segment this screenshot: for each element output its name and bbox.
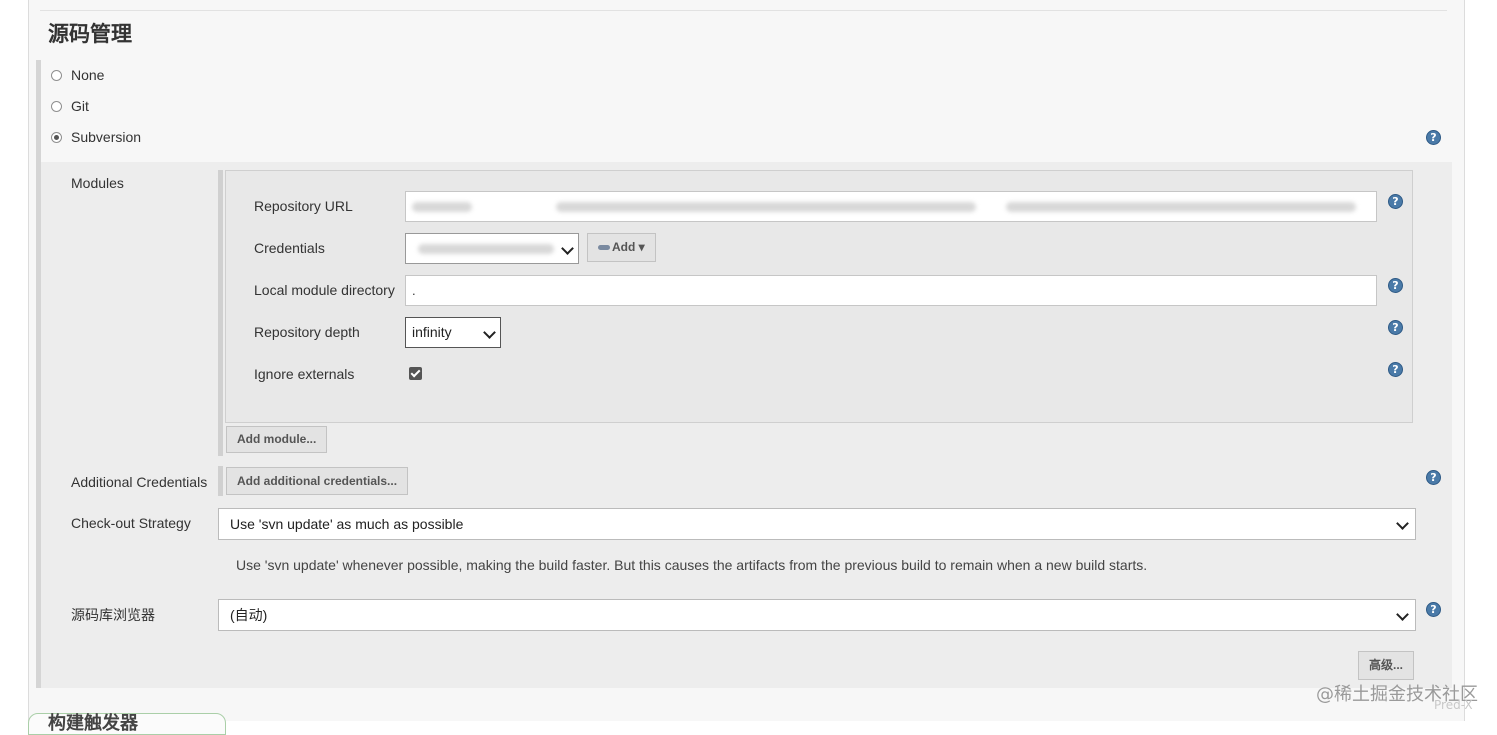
credentials-label: Credentials: [254, 240, 325, 256]
divider: [40, 10, 1447, 11]
radio-none-label: None: [71, 67, 105, 83]
advanced-button[interactable]: 高级...: [1358, 651, 1415, 680]
redacted-blur: [556, 202, 976, 212]
radio-subversion-circle[interactable]: [51, 131, 62, 143]
redacted-blur: [412, 202, 472, 212]
ignore-externals-label: Ignore externals: [254, 366, 355, 382]
watermark-author: Pred-X: [1434, 698, 1473, 712]
help-icon-repository-url[interactable]: ?: [1388, 194, 1403, 209]
repo-browser-label: 源码库浏览器: [71, 607, 155, 623]
local-module-directory-label: Local module directory: [254, 282, 395, 298]
chevron-down-icon: [1396, 517, 1409, 530]
repository-depth-select[interactable]: infinity: [405, 317, 501, 348]
section-title: 源码管理: [48, 22, 132, 46]
ignore-externals-checkbox[interactable]: [409, 367, 422, 380]
redacted-blur: [1006, 202, 1356, 212]
radio-none-circle[interactable]: [51, 69, 62, 81]
additional-credentials-label: Additional Credentials: [71, 474, 208, 490]
checkout-strategy-value: Use 'svn update' as much as possible: [230, 516, 464, 532]
credentials-select[interactable]: [405, 233, 579, 264]
repository-depth-label: Repository depth: [254, 324, 360, 340]
dropdown-caret-icon: ▾: [635, 240, 645, 254]
chevron-down-icon: [483, 326, 496, 339]
radio-git-circle[interactable]: [51, 100, 62, 112]
radio-git-label: Git: [71, 98, 89, 114]
chevron-down-icon: [561, 242, 574, 255]
add-credentials-button[interactable]: Add ▾: [587, 233, 656, 262]
help-icon-local-module-directory[interactable]: ?: [1388, 278, 1403, 293]
radio-subversion[interactable]: Subversion: [51, 127, 141, 147]
redacted-blur: [418, 244, 554, 254]
chevron-down-icon: [1396, 608, 1409, 621]
radio-git[interactable]: Git: [51, 96, 89, 116]
help-icon-repo-browser[interactable]: ?: [1426, 602, 1441, 617]
repo-browser-value: (自动): [230, 607, 268, 623]
checkout-strategy-description: Use 'svn update' whenever possible, maki…: [236, 557, 1148, 573]
repository-depth-value: infinity: [412, 324, 452, 340]
help-icon-subversion[interactable]: ?: [1426, 130, 1441, 145]
help-icon-ignore-externals[interactable]: ?: [1388, 362, 1403, 377]
radio-none[interactable]: None: [51, 65, 104, 85]
checkout-strategy-label: Check-out Strategy: [71, 515, 191, 531]
radio-subversion-label: Subversion: [71, 129, 142, 145]
additional-credentials-bar: [218, 466, 223, 496]
modules-bar: [218, 170, 223, 456]
next-section-title: 构建触发器: [48, 713, 138, 733]
add-module-button[interactable]: Add module...: [226, 426, 328, 453]
help-icon-additional-credentials[interactable]: ?: [1426, 470, 1441, 485]
modules-label: Modules: [71, 175, 124, 191]
checkout-strategy-select[interactable]: Use 'svn update' as much as possible: [218, 508, 1416, 540]
repository-url-input[interactable]: [405, 191, 1377, 222]
repo-browser-select[interactable]: (自动): [218, 599, 1416, 631]
local-module-directory-input[interactable]: .: [405, 275, 1377, 306]
repository-url-label: Repository URL: [254, 198, 353, 214]
help-icon-repository-depth[interactable]: ?: [1388, 320, 1403, 335]
add-additional-credentials-button[interactable]: Add additional credentials...: [226, 467, 409, 495]
add-credentials-label: Add: [612, 240, 636, 254]
key-icon: [598, 245, 610, 251]
